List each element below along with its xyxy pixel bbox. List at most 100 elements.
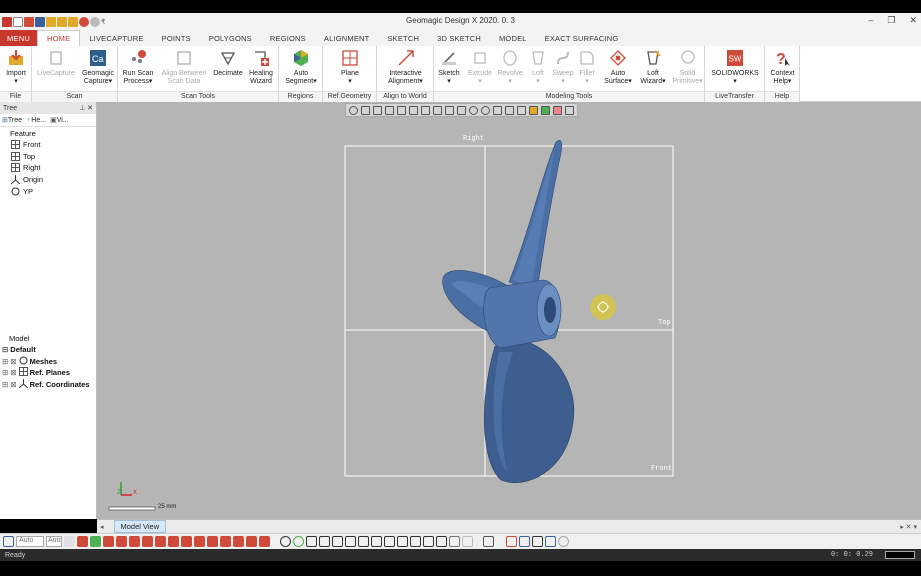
tab-scroll-left-icon[interactable]: ◂ xyxy=(100,523,104,531)
decimate-button[interactable]: Decimate xyxy=(211,48,245,78)
tab-model[interactable]: MODEL xyxy=(490,30,536,46)
livecapture-button[interactable]: LiveCapture xyxy=(34,48,78,78)
selection-combo-1[interactable]: Auto xyxy=(16,536,44,547)
loft-wizard-button[interactable]: Loft Wizard▾ xyxy=(636,48,670,85)
fillet-button[interactable]: Fillet ▾ xyxy=(576,48,598,85)
select-vertex-icon[interactable] xyxy=(155,536,166,547)
tab-scroll-right-icon[interactable]: ▸ xyxy=(900,524,904,531)
visibility-icon[interactable]: ⊠ xyxy=(10,368,16,377)
view-disabled-icon[interactable] xyxy=(462,536,473,547)
select-body-icon[interactable] xyxy=(129,536,140,547)
note-icon[interactable] xyxy=(532,536,543,547)
geomagic-capture-button[interactable]: Ca Geomagic Capture▾ xyxy=(78,48,118,85)
close-tab-icon[interactable]: ✕ xyxy=(906,524,912,531)
menu-button[interactable]: MENU xyxy=(0,30,37,46)
customize-qat-icon[interactable]: ₹ xyxy=(101,18,105,26)
model-item-meshes[interactable]: ⊞ ⊠ Meshes xyxy=(0,356,97,368)
tab-sketch[interactable]: SKETCH xyxy=(378,30,428,46)
view-left-icon[interactable] xyxy=(332,536,343,547)
scan-icon[interactable] xyxy=(545,536,556,547)
view-flip-icon[interactable] xyxy=(423,536,434,547)
close-panel-icon[interactable]: ✕ xyxy=(87,105,93,112)
run-scan-process-button[interactable]: Run Scan Process▾ xyxy=(120,48,156,85)
healing-wizard-button[interactable]: Healing Wizard xyxy=(245,48,277,85)
view-iso-icon[interactable] xyxy=(384,536,395,547)
view-measure-icon[interactable] xyxy=(449,536,460,547)
model-viewport[interactable]: Right Top Front Z X 25 mm xyxy=(97,102,921,519)
sweep-button[interactable]: Sweep ▾ xyxy=(550,48,576,85)
tree-item-right[interactable]: Right xyxy=(0,162,96,174)
select-plane-icon[interactable] xyxy=(207,536,218,547)
plane-button[interactable]: Plane ▾ xyxy=(330,48,370,85)
auto-segment-button[interactable]: Auto Segment▾ xyxy=(281,48,321,85)
view-rotate-icon[interactable] xyxy=(410,536,421,547)
save-icon[interactable] xyxy=(35,16,45,27)
new-file-icon[interactable] xyxy=(13,16,23,27)
tab-tree[interactable]: ⊞Tree xyxy=(2,116,22,124)
view-grid-icon[interactable] xyxy=(436,536,447,547)
tab-points[interactable]: POINTS xyxy=(153,30,200,46)
tab-history[interactable]: ♆He... xyxy=(26,117,46,124)
tab-home[interactable]: HOME xyxy=(37,30,81,46)
select-curve-icon[interactable] xyxy=(181,536,192,547)
view-front-icon[interactable] xyxy=(306,536,317,547)
redo-icon[interactable] xyxy=(90,16,100,27)
zoom-window-icon[interactable] xyxy=(293,536,304,547)
expand-icon[interactable]: ⊞ xyxy=(2,357,8,366)
undo-icon[interactable] xyxy=(79,16,89,27)
view-bottom-icon[interactable] xyxy=(371,536,382,547)
tab-livecapture[interactable]: LIVECAPTURE xyxy=(80,30,152,46)
model-default[interactable]: ⊟ Default xyxy=(0,344,97,356)
open-file-icon[interactable] xyxy=(24,16,34,27)
context-help-button[interactable]: ? Context Help▾ xyxy=(767,48,798,85)
view-right-icon[interactable] xyxy=(345,536,356,547)
folder-open-icon[interactable] xyxy=(57,16,67,27)
select-face-icon[interactable] xyxy=(116,536,127,547)
select-all-icon[interactable] xyxy=(77,536,88,547)
tab-alignment[interactable]: ALIGNMENT xyxy=(315,30,379,46)
import-folder-icon[interactable] xyxy=(68,16,78,27)
tab-regions[interactable]: REGIONS xyxy=(261,30,315,46)
model-item-ref-planes[interactable]: ⊞ ⊠ Ref. Planes xyxy=(0,367,97,379)
expand-icon[interactable]: ⊞ xyxy=(2,380,8,389)
tree-item-top[interactable]: Top xyxy=(0,151,96,163)
solidworks-button[interactable]: SW SOLIDWORKS ▾ xyxy=(708,48,762,85)
view-normal-icon[interactable] xyxy=(397,536,408,547)
auto-surface-button[interactable]: Auto Surface▾ xyxy=(602,48,634,85)
tab-list-icon[interactable]: ▾ xyxy=(913,524,917,531)
select-point-icon[interactable] xyxy=(194,536,205,547)
restore-icon[interactable]: ❐ xyxy=(887,15,895,26)
solid-primitive-button[interactable]: Solid Primitive▾ xyxy=(671,48,704,85)
visibility-icon[interactable]: ⊠ xyxy=(10,380,16,389)
select-mesh-icon[interactable] xyxy=(90,536,101,547)
import-button[interactable]: Import ▾ xyxy=(2,48,30,85)
tab-exact-surfacing[interactable]: EXACT SURFACING xyxy=(536,30,628,46)
tree-item-front[interactable]: Front xyxy=(0,139,96,151)
select-surface-icon[interactable] xyxy=(259,536,270,547)
model-item-ref-coordinates[interactable]: ⊞ ⊠ Ref. Coordinates xyxy=(0,379,97,391)
app-logo-icon[interactable] xyxy=(2,16,12,27)
analysis-icon[interactable] xyxy=(519,536,530,547)
folder-icon[interactable] xyxy=(46,16,56,27)
deviation-icon[interactable] xyxy=(506,536,517,547)
tab-polygons[interactable]: POLYGONS xyxy=(200,30,261,46)
view-back-icon[interactable] xyxy=(319,536,330,547)
filter-settings-icon[interactable] xyxy=(64,536,75,547)
select-region-icon[interactable] xyxy=(103,536,114,547)
visibility-icon[interactable]: ⊠ xyxy=(10,357,16,366)
select-vector-icon[interactable] xyxy=(220,536,231,547)
view-top-icon[interactable] xyxy=(358,536,369,547)
zoom-fit-icon[interactable] xyxy=(280,536,291,547)
select-edge-icon[interactable] xyxy=(142,536,153,547)
selection-combo-2[interactable]: Auto xyxy=(46,536,62,547)
minimize-icon[interactable]: – xyxy=(868,15,873,26)
tree-item-yp[interactable]: YP xyxy=(0,185,96,197)
align-between-scan-data-button[interactable]: Align Between Scan Data xyxy=(158,48,210,85)
tab-model-view[interactable]: Model View xyxy=(113,520,167,533)
expand-icon[interactable]: ⊞ xyxy=(2,368,8,377)
select-coord-icon[interactable] xyxy=(233,536,244,547)
select-sketch-icon[interactable] xyxy=(168,536,179,547)
tree-item-origin[interactable]: Origin xyxy=(0,174,96,186)
select-feature-icon[interactable] xyxy=(246,536,257,547)
selection-mode-icon[interactable] xyxy=(3,536,14,547)
